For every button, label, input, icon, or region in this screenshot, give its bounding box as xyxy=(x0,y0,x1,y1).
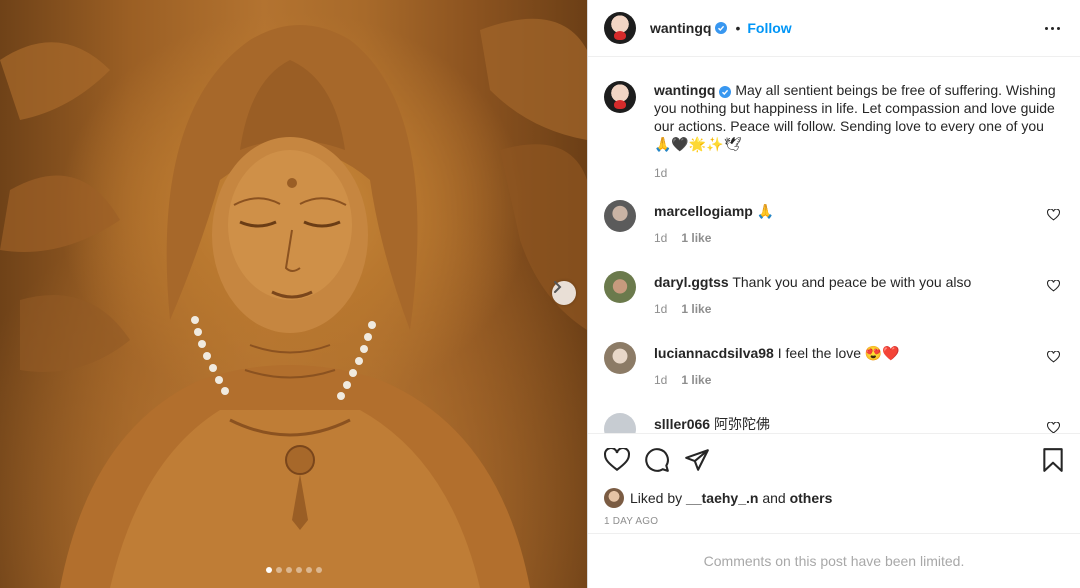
comment-text: I feel the love 😍❤️ xyxy=(777,345,900,361)
comment-username[interactable]: luciannacdsilva98 xyxy=(654,345,774,361)
liked-by-others[interactable]: others xyxy=(790,490,833,506)
post-date[interactable]: 1 DAY AGO xyxy=(604,516,1064,527)
comment-likes[interactable]: 1 like xyxy=(681,302,711,316)
comment-like-heart-icon[interactable] xyxy=(1047,209,1060,221)
carousel-dot xyxy=(305,567,312,573)
comment-item: slller066 阿弥陀佛 xyxy=(604,413,1064,433)
header-separator: • xyxy=(735,20,741,36)
post-caption: wantingq May all sentient beings be free… xyxy=(604,57,1064,180)
comment-text: 阿弥陀佛 xyxy=(713,416,770,432)
comments-limited-notice: Comments on this post have been limited. xyxy=(588,533,1080,588)
carousel-dot xyxy=(275,567,282,573)
comment-like-heart-icon[interactable] xyxy=(1047,351,1060,363)
carousel-dot xyxy=(315,567,322,573)
carousel-dot xyxy=(285,567,292,573)
liked-by-user[interactable]: __taehy_.n xyxy=(686,490,758,506)
author-avatar[interactable] xyxy=(604,12,636,44)
post-actions: Liked by __taehy_.n and others 1 DAY AGO xyxy=(588,433,1080,535)
comment-avatar[interactable] xyxy=(604,342,636,374)
comment-like-heart-icon[interactable] xyxy=(1047,422,1060,433)
verified-badge-icon xyxy=(719,86,732,98)
caption-time[interactable]: 1d xyxy=(654,166,1064,180)
liked-by-row: Liked by __taehy_.n and others xyxy=(604,488,1064,508)
comment-time[interactable]: 1d xyxy=(654,231,667,245)
comment-meta: 1d 1 like xyxy=(654,373,900,387)
comment-text: Thank you and peace be with you also xyxy=(732,274,972,290)
comment-likes[interactable]: 1 like xyxy=(681,373,711,387)
comment-icon[interactable] xyxy=(644,447,670,473)
comment-username[interactable]: slller066 xyxy=(654,416,710,432)
comment-time[interactable]: 1d xyxy=(654,373,667,387)
comment-likes[interactable]: 1 like xyxy=(681,231,711,245)
comment-username[interactable]: marcellogiamp xyxy=(654,203,753,219)
post-header: wantingq • Follow xyxy=(588,0,1080,57)
liker-avatar[interactable] xyxy=(604,488,624,508)
post-view: wantingq • Follow wantingq May all senti… xyxy=(0,0,1080,588)
comment-body: marcellogiamp 🙏 xyxy=(654,200,774,220)
post-image[interactable] xyxy=(0,0,587,588)
comment-item: luciannacdsilva98 I feel the love 😍❤️ 1d… xyxy=(604,342,1064,413)
comment-body: slller066 阿弥陀佛 xyxy=(654,413,770,433)
comment-meta: 1d 1 like xyxy=(654,231,774,245)
statue-illustration xyxy=(0,18,587,588)
comment-username[interactable]: daryl.ggtss xyxy=(654,274,729,290)
author-username[interactable]: wantingq xyxy=(650,20,711,36)
comment-body: luciannacdsilva98 I feel the love 😍❤️ xyxy=(654,342,900,362)
comment-avatar[interactable] xyxy=(604,271,636,303)
comment-text: 🙏 xyxy=(756,203,775,219)
carousel-dot xyxy=(295,567,302,573)
comment-item: daryl.ggtss Thank you and peace be with … xyxy=(604,271,1064,342)
carousel-indicator xyxy=(0,567,587,573)
liked-by-prefix: Liked by xyxy=(630,490,683,506)
more-options-icon[interactable] xyxy=(1041,23,1064,34)
comment-time[interactable]: 1d xyxy=(654,302,667,316)
comment-like-heart-icon[interactable] xyxy=(1047,280,1060,292)
like-heart-icon[interactable] xyxy=(604,448,630,472)
caption-username[interactable]: wantingq xyxy=(654,82,715,98)
liked-by-joiner: and xyxy=(762,490,786,506)
next-arrow-icon xyxy=(554,281,562,293)
action-icons xyxy=(604,446,1064,474)
comments-list[interactable]: wantingq May all sentient beings be free… xyxy=(588,57,1080,433)
bookmark-icon[interactable] xyxy=(1042,447,1064,473)
comment-avatar[interactable] xyxy=(604,200,636,232)
follow-button[interactable]: Follow xyxy=(747,20,791,36)
post-sidebar: wantingq • Follow wantingq May all senti… xyxy=(587,0,1080,588)
carousel-dot xyxy=(265,567,272,573)
verified-badge-icon xyxy=(715,22,728,34)
carousel-next-button[interactable] xyxy=(552,281,576,305)
share-icon[interactable] xyxy=(684,448,710,472)
caption-text-block: wantingq May all sentient beings be free… xyxy=(654,81,1064,153)
comment-body: daryl.ggtss Thank you and peace be with … xyxy=(654,271,971,291)
caption-avatar[interactable] xyxy=(604,81,636,113)
comment-meta: 1d 1 like xyxy=(654,302,971,316)
comment-item: marcellogiamp 🙏 1d 1 like xyxy=(604,200,1064,271)
comment-avatar[interactable] xyxy=(604,413,636,433)
